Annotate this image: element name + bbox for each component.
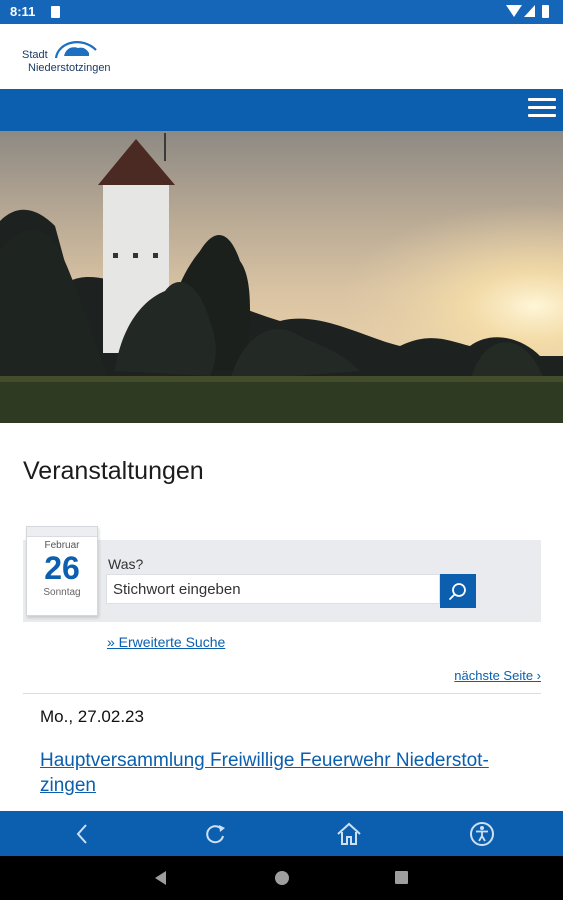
- event-date: Mo., 27.02.23: [40, 707, 144, 726]
- system-back-icon[interactable]: [155, 871, 166, 885]
- calendar-weekday: Sonntag: [43, 587, 81, 598]
- next-page-link[interactable]: nächste Seite ›: [454, 668, 541, 683]
- signal-icon: [524, 5, 535, 17]
- event-subtitle-clipped: [40, 803, 440, 811]
- bottom-navigation-bar: [0, 811, 563, 856]
- search-label: Was?: [108, 556, 144, 572]
- calendar-date-widget: Februar 26 Sonntag: [26, 526, 98, 616]
- event-title-link[interactable]: Hauptversammlung Freiwillige Feuerwehr N…: [40, 748, 530, 798]
- accessibility-icon[interactable]: [467, 819, 497, 849]
- status-time: 8:11: [10, 4, 36, 19]
- wifi-icon: [506, 5, 522, 17]
- back-icon[interactable]: [68, 819, 98, 849]
- logo-line1: Stadt: [22, 49, 48, 61]
- system-home-icon[interactable]: [275, 871, 289, 885]
- search-input[interactable]: [106, 574, 440, 604]
- status-bar: 8:11: [0, 0, 563, 24]
- divider: [23, 693, 541, 694]
- city-logo[interactable]: Stadt Niederstotzingen: [22, 36, 142, 78]
- logo-line2: Niederstotzingen: [28, 62, 111, 74]
- calendar-binding: [27, 527, 97, 537]
- system-recents-icon[interactable]: [395, 871, 408, 884]
- battery-icon: [542, 5, 549, 18]
- home-icon[interactable]: [334, 819, 364, 849]
- hero-image: [0, 131, 563, 423]
- reload-icon[interactable]: [200, 819, 230, 849]
- advanced-search-link[interactable]: » Erweiterte Suche: [107, 634, 225, 650]
- calendar-day: 26: [44, 550, 80, 586]
- sd-card-icon: [51, 6, 60, 18]
- android-navigation-bar: [0, 856, 563, 900]
- page-title: Veranstaltungen: [23, 457, 204, 485]
- magnifier-icon: [449, 583, 466, 600]
- logo-emblem-icon: [54, 41, 97, 59]
- search-button[interactable]: [440, 574, 476, 608]
- main-navbar: [0, 89, 563, 131]
- logo-header: Stadt Niederstotzingen: [0, 24, 563, 89]
- hamburger-menu-icon[interactable]: [528, 98, 556, 122]
